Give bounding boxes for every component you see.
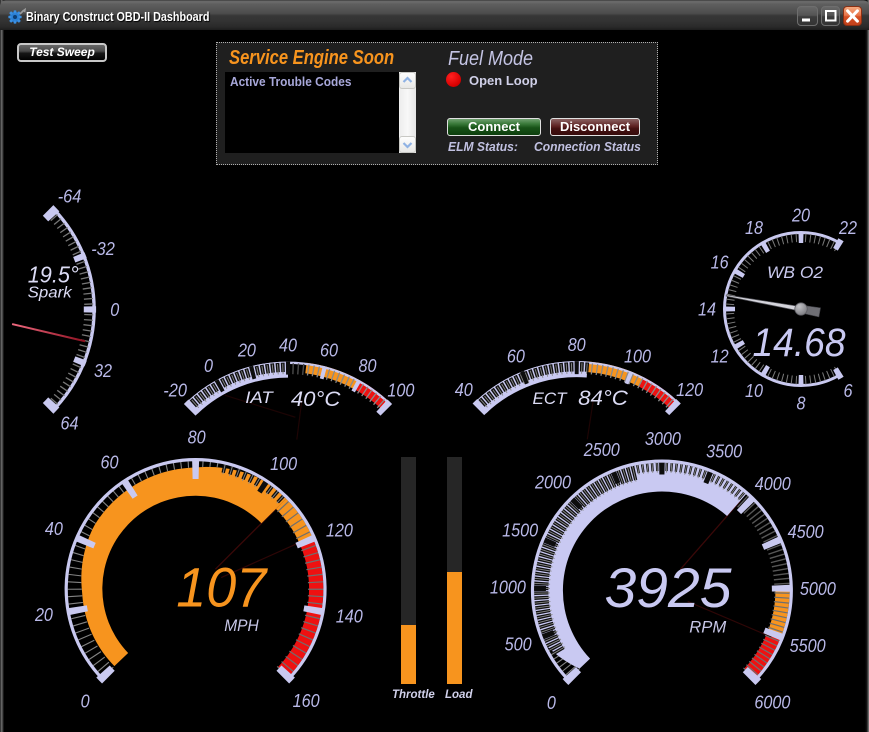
svg-text:Spark: Spark: [28, 285, 73, 302]
svg-text:-32: -32: [91, 238, 115, 259]
svg-text:40°C: 40°C: [291, 388, 341, 411]
svg-text:-64: -64: [58, 186, 82, 207]
svg-text:0: 0: [110, 299, 120, 320]
svg-text:100: 100: [270, 454, 297, 474]
svg-text:6: 6: [844, 381, 854, 401]
svg-text:8: 8: [797, 394, 806, 414]
svg-text:5000: 5000: [800, 579, 836, 599]
svg-text:0: 0: [547, 693, 556, 713]
svg-text:12: 12: [711, 347, 729, 367]
svg-text:2500: 2500: [583, 440, 620, 460]
svg-text:WB O2: WB O2: [767, 263, 823, 282]
svg-text:RPM: RPM: [689, 618, 727, 637]
svg-text:0: 0: [204, 356, 213, 376]
svg-text:22: 22: [838, 218, 857, 238]
svg-text:500: 500: [505, 635, 532, 655]
svg-text:80: 80: [359, 356, 377, 376]
svg-text:3500: 3500: [706, 442, 742, 462]
svg-text:40: 40: [455, 380, 473, 400]
svg-text:10: 10: [745, 381, 763, 401]
svg-text:20: 20: [791, 206, 810, 226]
svg-text:14: 14: [698, 300, 716, 320]
svg-text:40: 40: [279, 336, 297, 356]
svg-text:60: 60: [507, 347, 525, 367]
svg-text:120: 120: [326, 520, 353, 540]
svg-text:40: 40: [45, 519, 63, 539]
svg-text:0: 0: [81, 691, 90, 711]
svg-text:3000: 3000: [645, 429, 681, 449]
svg-text:140: 140: [336, 607, 363, 627]
svg-text:80: 80: [188, 427, 206, 447]
svg-text:4500: 4500: [788, 522, 824, 542]
svg-text:2000: 2000: [534, 472, 571, 492]
svg-text:60: 60: [320, 341, 338, 361]
svg-text:60: 60: [101, 452, 119, 472]
svg-text:64: 64: [60, 413, 78, 434]
svg-text:20: 20: [34, 605, 53, 625]
svg-text:-20: -20: [163, 381, 187, 401]
svg-text:ECT: ECT: [533, 390, 568, 408]
svg-text:6000: 6000: [754, 692, 790, 712]
svg-text:4000: 4000: [755, 474, 791, 494]
svg-text:18: 18: [745, 218, 763, 238]
svg-text:100: 100: [624, 347, 651, 367]
svg-text:84°C: 84°C: [578, 387, 629, 410]
svg-text:100: 100: [387, 381, 414, 401]
svg-text:16: 16: [711, 253, 730, 273]
svg-text:14.68: 14.68: [753, 321, 847, 365]
svg-text:160: 160: [293, 691, 320, 711]
svg-text:32: 32: [94, 360, 113, 381]
svg-text:5500: 5500: [790, 636, 826, 656]
svg-text:107: 107: [176, 556, 268, 619]
svg-text:IAT: IAT: [245, 389, 274, 407]
svg-text:20: 20: [237, 341, 256, 361]
svg-text:120: 120: [676, 380, 703, 400]
svg-text:1500: 1500: [502, 520, 538, 540]
svg-text:3925: 3925: [605, 556, 733, 619]
svg-text:MPH: MPH: [224, 616, 259, 635]
svg-text:80: 80: [568, 335, 586, 355]
svg-text:1000: 1000: [490, 577, 526, 597]
